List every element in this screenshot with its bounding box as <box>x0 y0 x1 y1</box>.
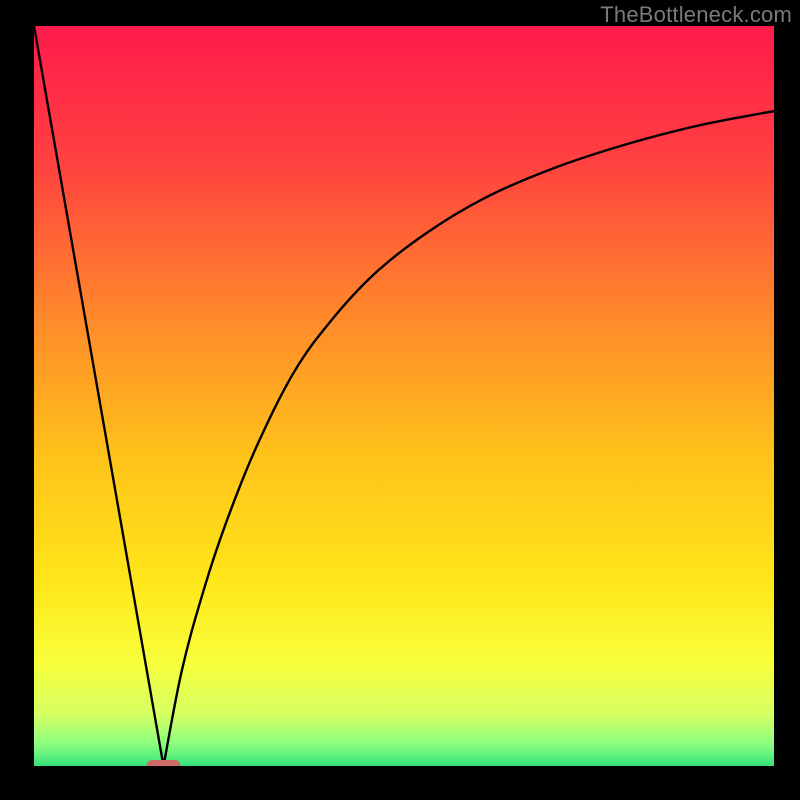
plot-svg <box>34 26 774 766</box>
watermark-text: TheBottleneck.com <box>600 2 792 28</box>
chart-frame: TheBottleneck.com <box>0 0 800 800</box>
notch-marker <box>147 760 181 766</box>
bottleneck-plot <box>34 26 774 766</box>
marker-layer <box>147 760 181 766</box>
